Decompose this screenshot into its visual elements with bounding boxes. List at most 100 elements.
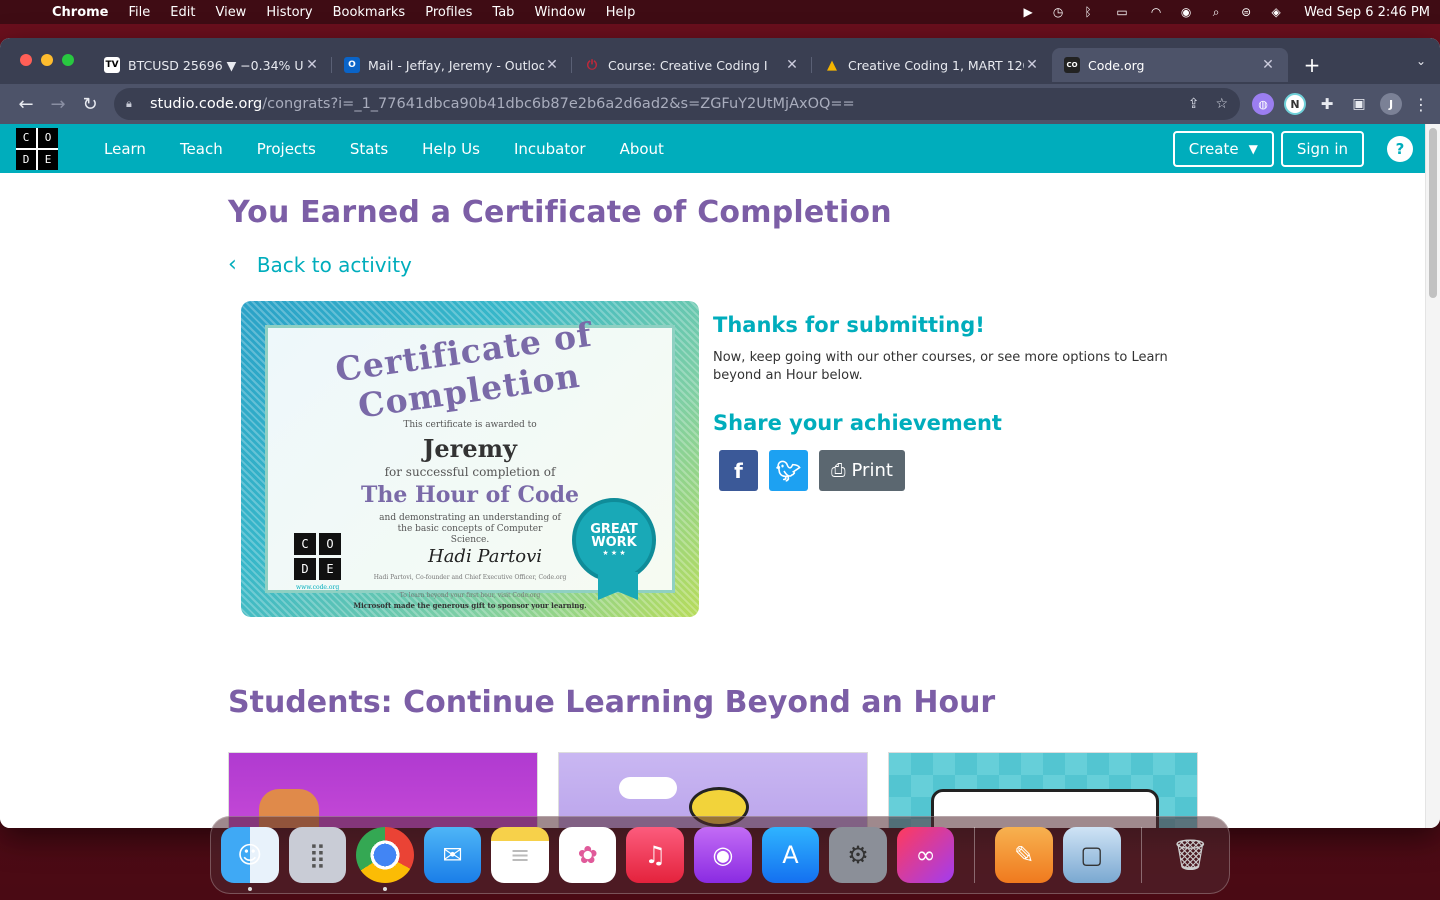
menu-file[interactable]: File (129, 5, 151, 20)
badge-stars: ★ ★ ★ (602, 549, 626, 557)
bookmark-star-icon[interactable]: ☆ (1215, 96, 1228, 112)
zoom-window-button[interactable] (62, 54, 74, 66)
address-bar[interactable]: 🔒︎ studio.code.org/congrats?i=_1_77641db… (114, 88, 1240, 120)
pages-icon[interactable]: ✎ (995, 827, 1053, 883)
twitter-share-button[interactable]: 🐦︎ (769, 450, 808, 491)
logo-letter: O (319, 533, 341, 555)
podcasts-icon[interactable]: ◉ (694, 827, 752, 883)
launchpad-icon[interactable]: ⣿ (288, 827, 347, 883)
screen-record-icon[interactable]: ▶ (1020, 5, 1036, 19)
tab-course[interactable]: ⏻ Course: Creative Coding I ✕ (572, 48, 812, 82)
facebook-icon: f (734, 458, 743, 483)
preview-icon[interactable]: ▢ (1062, 827, 1121, 883)
scrollbar-thumb[interactable] (1429, 128, 1437, 298)
menu-profiles[interactable]: Profiles (425, 5, 472, 20)
minimize-window-button[interactable] (41, 54, 53, 66)
notes-icon[interactable]: ≡ (491, 827, 549, 883)
logo-letter: D (16, 149, 36, 170)
nav-incubator[interactable]: Incubator (514, 140, 586, 158)
tab-creative-coding[interactable]: ▲ Creative Coding 1, MART 120 | ✕ (812, 48, 1052, 82)
user-icon[interactable]: ◉ (1178, 5, 1194, 19)
mail-icon[interactable]: ✉ (423, 827, 482, 883)
battery-icon[interactable]: ▭ (1110, 5, 1134, 19)
notion-extension-icon[interactable]: N (1284, 93, 1306, 115)
close-tab-icon[interactable]: ✕ (304, 57, 320, 73)
nav-about[interactable]: About (620, 140, 664, 158)
finder-icon[interactable]: ☺ (221, 827, 279, 891)
menu-view[interactable]: View (215, 5, 246, 20)
share-icon[interactable]: ⇪ (1188, 96, 1200, 112)
close-tab-icon[interactable]: ✕ (1260, 57, 1276, 73)
back-to-activity-link[interactable]: ‹ Back to activity (228, 252, 1198, 277)
dock-separator (1140, 827, 1142, 883)
facebook-share-button[interactable]: f (719, 450, 758, 491)
nav-help-us[interactable]: Help Us (422, 140, 480, 158)
dock: ☺ ⣿ ✉ ≡ ✿ ♫ ◉ A ⚙ ∞ ✎ ▢ 🗑︎ (210, 816, 1230, 894)
reload-icon[interactable]: ↻ (74, 88, 106, 120)
puzzle-icon[interactable]: ✚ (1316, 93, 1338, 115)
bluetooth-icon[interactable]: ᛒ (1080, 5, 1096, 19)
code-org-logo[interactable]: C O D E (16, 127, 58, 170)
menu-edit[interactable]: Edit (170, 5, 195, 20)
tab-strip: TV BTCUSD 25696 ▼ −0.34% Unnamed ✕ O Mai… (0, 38, 1440, 84)
great-work-badge: GREAT WORK ★ ★ ★ (572, 498, 656, 600)
wifi-icon[interactable]: ◠ (1148, 5, 1164, 19)
profile-avatar[interactable]: J (1380, 93, 1402, 115)
create-button[interactable]: Create ▼ (1172, 131, 1274, 167)
nav-teach[interactable]: Teach (180, 140, 223, 158)
lock-icon[interactable]: 🔒︎ (126, 97, 140, 111)
system-settings-icon[interactable]: ⚙ (829, 827, 887, 883)
chevron-left-icon: ‹ (228, 252, 237, 277)
power-icon: ⏻ (586, 57, 598, 73)
menu-window[interactable]: Window (534, 5, 585, 20)
time-machine-icon[interactable]: ◷ (1050, 5, 1066, 19)
sidepanel-icon[interactable]: ▣ (1348, 93, 1370, 115)
certificate-name: Jeremy (423, 434, 517, 463)
close-tab-icon[interactable]: ✕ (544, 57, 560, 73)
tab-title: Creative Coding 1, MART 120 | (848, 57, 1024, 73)
tab-btcusd[interactable]: TV BTCUSD 25696 ▼ −0.34% Unnamed ✕ (92, 48, 332, 82)
menu-history[interactable]: History (266, 5, 312, 20)
chrome-icon[interactable] (356, 827, 414, 891)
nav-stats[interactable]: Stats (350, 140, 388, 158)
close-tab-icon[interactable]: ✕ (784, 57, 800, 73)
window-controls (20, 54, 74, 66)
print-button[interactable]: ⎙ Print (819, 450, 905, 491)
close-tab-icon[interactable]: ✕ (1024, 57, 1040, 73)
app-store-icon[interactable]: A (761, 827, 820, 883)
menu-clock[interactable]: Wed Sep 6 2:46 PM (1304, 5, 1430, 20)
nav-projects[interactable]: Projects (257, 140, 316, 158)
page-scrollbar[interactable] (1425, 124, 1440, 828)
nav-learn[interactable]: Learn (104, 140, 146, 158)
menu-help[interactable]: Help (606, 5, 636, 20)
share-heading: Share your achievement (713, 411, 1002, 435)
extension-icon[interactable]: ◍ (1252, 93, 1274, 115)
tab-title: Mail - Jeffay, Jeremy - Outlook (368, 57, 544, 73)
trash-icon[interactable]: 🗑︎ (1162, 827, 1220, 883)
tab-search-icon[interactable]: ⌄ (1416, 54, 1426, 68)
tab-title: Code.org (1088, 57, 1145, 73)
siri-icon[interactable]: ◈ (1268, 5, 1284, 19)
creative-cloud-icon[interactable]: ∞ (896, 827, 955, 883)
menu-app-name[interactable]: Chrome (52, 5, 109, 20)
new-tab-button[interactable]: + (1296, 48, 1328, 82)
forward-icon[interactable]: → (42, 88, 74, 120)
tab-code-org[interactable]: CO Code.org ✕ (1052, 48, 1288, 82)
back-icon[interactable]: ← (10, 88, 42, 120)
help-icon[interactable]: ? (1387, 136, 1413, 162)
thanks-heading: Thanks for submitting! (713, 313, 985, 337)
music-icon[interactable]: ♫ (626, 827, 685, 883)
menu-tab[interactable]: Tab (492, 5, 514, 20)
search-icon[interactable]: ⌕ (1208, 5, 1224, 19)
tab-title: Course: Creative Coding I (608, 57, 768, 73)
share-panel: Thanks for submitting! Now, keep going w… (713, 313, 1193, 617)
photos-icon[interactable]: ✿ (558, 827, 617, 883)
logo-letter: O (38, 127, 58, 148)
menu-kebab-icon[interactable]: ⋮ (1412, 95, 1430, 114)
control-center-icon[interactable]: ⊜ (1238, 5, 1254, 19)
menu-bookmarks[interactable]: Bookmarks (333, 5, 406, 20)
sign-in-button[interactable]: Sign in (1280, 131, 1364, 167)
tab-outlook[interactable]: O Mail - Jeffay, Jeremy - Outlook ✕ (332, 48, 572, 82)
main-content: You Earned a Certificate of Completion ‹… (228, 173, 1198, 828)
close-window-button[interactable] (20, 54, 32, 66)
